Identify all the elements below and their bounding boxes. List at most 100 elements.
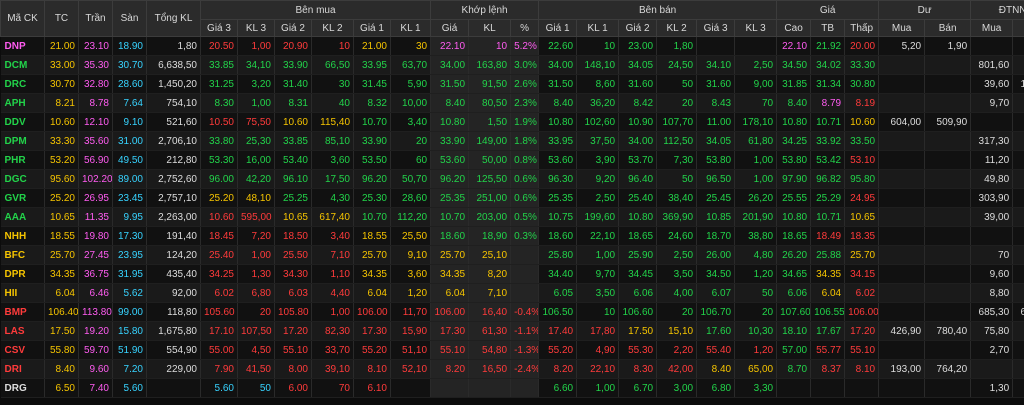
symbol-cell[interactable]: DRG <box>0 378 45 398</box>
table-cell: 554,90 <box>146 340 201 360</box>
table-row[interactable]: APH 8.21 8.78 7.64 754,10 8.30 1,00 8.31 40 8.32 1… <box>0 93 1024 113</box>
table-cell: 37,50 <box>576 131 620 151</box>
subcol-3[interactable]: KL 2 <box>311 19 354 37</box>
subcol-5[interactable]: KL 1 <box>389 19 432 37</box>
col-floor[interactable]: Sàn <box>112 0 147 37</box>
table-row[interactable]: NHH 18.55 19.80 17.30 191,40 18.45 7,20 18.50 3,… <box>0 226 1024 246</box>
subcol-12[interactable]: KL 2 <box>656 19 698 37</box>
table-cell: 20 <box>656 302 698 322</box>
table-cell: 34.00 <box>618 131 658 151</box>
table-row[interactable]: GVR 25.20 26.95 23.45 2,757,10 25.20 48,10 25.2… <box>0 188 1024 208</box>
table-cell: 1,80 <box>656 36 698 56</box>
table-cell: 193,00 <box>878 359 926 379</box>
table-cell: 53.30 <box>200 150 238 170</box>
subcol-2[interactable]: Giá 2 <box>274 19 312 37</box>
symbol-cell[interactable]: DPR <box>0 264 45 284</box>
subcol-14[interactable]: KL 3 <box>734 19 778 37</box>
symbol-cell[interactable]: DCM <box>0 55 45 75</box>
subcol-10[interactable]: KL 1 <box>576 19 620 37</box>
subcol-1[interactable]: KL 3 <box>237 19 275 37</box>
table-cell: 51.90 <box>112 340 147 360</box>
table-row[interactable]: BFC 25.70 27.45 23.95 124,20 25.40 1,00 25.50 7,… <box>0 245 1024 265</box>
table-cell: 2.6% <box>510 74 540 94</box>
col-ref[interactable]: TC <box>44 0 79 37</box>
table-cell: 97.90 <box>776 169 812 189</box>
subcol-6[interactable]: Giá <box>430 19 470 37</box>
subcol-15[interactable]: Cao <box>776 19 812 37</box>
subcol-18[interactable]: Mua <box>878 19 926 37</box>
table-cell: 18,90 <box>468 226 512 246</box>
symbol-cell[interactable]: NHH <box>0 226 45 246</box>
table-cell <box>878 340 926 360</box>
table-cell: 9,20 <box>576 169 620 189</box>
symbol-cell[interactable]: CSV <box>0 340 45 360</box>
table-row[interactable]: AAA 10.65 11.35 9.95 2,263,00 10.60 595,00 10.6… <box>0 207 1024 227</box>
col-symbol[interactable]: Mã CK <box>0 0 45 37</box>
table-cell: 7,10 <box>468 283 512 303</box>
table-row[interactable]: DPM 33.30 35.60 31.00 2,706,10 33.80 25,30 33.8… <box>0 131 1024 151</box>
table-row[interactable]: CSV 55.80 59.70 51.90 554,90 55.00 4,50 55.10 33… <box>0 340 1024 360</box>
subcol-19[interactable]: Bán <box>924 19 972 37</box>
subcol-4[interactable]: Giá 1 <box>353 19 391 37</box>
subcol-13[interactable]: Giá 3 <box>696 19 736 37</box>
table-row[interactable]: DDV 10.60 12.10 9.10 521,60 10.50 75,50 10.60 11… <box>0 112 1024 132</box>
subcol-11[interactable]: Giá 2 <box>618 19 658 37</box>
subcol-9[interactable]: Giá 1 <box>538 19 578 37</box>
table-cell <box>878 55 926 75</box>
symbol-cell[interactable]: DRI <box>0 359 45 379</box>
subcol-21[interactable]: Bán <box>1012 19 1024 37</box>
subcol-17[interactable]: Thấp <box>844 19 880 37</box>
table-cell: 33.95 <box>353 55 391 75</box>
table-cell: 28.60 <box>112 74 147 94</box>
symbol-cell[interactable]: BMP <box>0 302 45 322</box>
table-row[interactable]: DRC 30.70 32.80 28.60 1,450,20 31.25 3,20 31.40… <box>0 74 1024 94</box>
table-cell: 20 <box>237 302 275 322</box>
table-row[interactable]: DRG 6.50 7.40 5.60 5.60 50 6.00 70 6.10 6.60 1,00 6… <box>0 378 1024 398</box>
col-total-volume[interactable]: Tổng KL <box>146 0 201 37</box>
table-cell: 52,10 <box>390 359 432 379</box>
symbol-cell[interactable]: PHR <box>0 150 45 170</box>
table-cell: 90,53 <box>1012 55 1024 75</box>
table-cell <box>878 169 926 189</box>
symbol-cell[interactable]: HII <box>0 283 45 303</box>
subcol-8[interactable]: % <box>510 19 540 37</box>
subcol-0[interactable]: Giá 3 <box>200 19 238 37</box>
subcol-20[interactable]: Mua <box>970 19 1014 37</box>
table-cell: 17.50 <box>44 321 79 341</box>
subcol-16[interactable]: TB <box>810 19 846 37</box>
table-row[interactable]: DCM 33.00 35.30 30.70 6,638,50 33.85 34,10 33.9… <box>0 55 1024 75</box>
table-cell: 41,50 <box>237 359 275 379</box>
table-row[interactable]: DNP 21.00 23.10 18.90 1,80 20.50 1,00 20.90 10 21… <box>0 36 1024 56</box>
table-cell: 8.32 <box>353 93 391 113</box>
table-cell <box>1012 112 1024 132</box>
table-row[interactable]: HII 6.04 6.46 5.62 92,00 6.02 6,80 6.03 4,40 6.04… <box>0 283 1024 303</box>
table-cell: 8.37 <box>810 359 846 379</box>
table-cell: 89.00 <box>112 169 147 189</box>
table-row[interactable]: LAS 17.50 19.20 15.80 1,675,80 17.10 107,50 17.… <box>0 321 1024 341</box>
symbol-cell[interactable]: AAA <box>0 207 45 227</box>
col-ceiling[interactable]: Trần <box>78 0 113 37</box>
symbol-cell[interactable]: GVR <box>0 188 45 208</box>
table-cell <box>390 378 432 398</box>
symbol-cell[interactable]: DDV <box>0 112 45 132</box>
symbol-cell[interactable]: DGC <box>0 169 45 189</box>
subcol-7[interactable]: KL <box>468 19 512 37</box>
table-cell <box>924 245 972 265</box>
table-row[interactable]: BMP 106.40 113.80 99.00 118,80 105.60 20 105.80… <box>0 302 1024 322</box>
table-cell: 34.45 <box>618 264 658 284</box>
table-cell: 780,40 <box>924 321 972 341</box>
symbol-cell[interactable]: LAS <box>0 321 45 341</box>
symbol-cell[interactable]: DRC <box>0 74 45 94</box>
table-cell: 9,70 <box>970 93 1014 113</box>
symbol-cell[interactable]: APH <box>0 93 45 113</box>
table-row[interactable]: DRI 8.40 9.60 7.20 229,00 7.90 41,50 8.00 39,10 8… <box>0 359 1024 379</box>
table-cell: 30.70 <box>112 55 147 75</box>
table-row[interactable]: DPR 34.35 36.75 31.95 435,40 34.25 1,30 34.30 1,… <box>0 264 1024 284</box>
table-cell: 6.06 <box>618 283 658 303</box>
table-cell: 25.30 <box>353 188 391 208</box>
symbol-cell[interactable]: DPM <box>0 131 45 151</box>
symbol-cell[interactable]: BFC <box>0 245 45 265</box>
table-row[interactable]: DGC 95.60 102.20 89.00 2,752,60 96.00 42,20 96.… <box>0 169 1024 189</box>
table-row[interactable]: PHR 53.20 56.90 49.50 212,80 53.30 16,00 53.40 3… <box>0 150 1024 170</box>
symbol-cell[interactable]: DNP <box>0 36 45 56</box>
